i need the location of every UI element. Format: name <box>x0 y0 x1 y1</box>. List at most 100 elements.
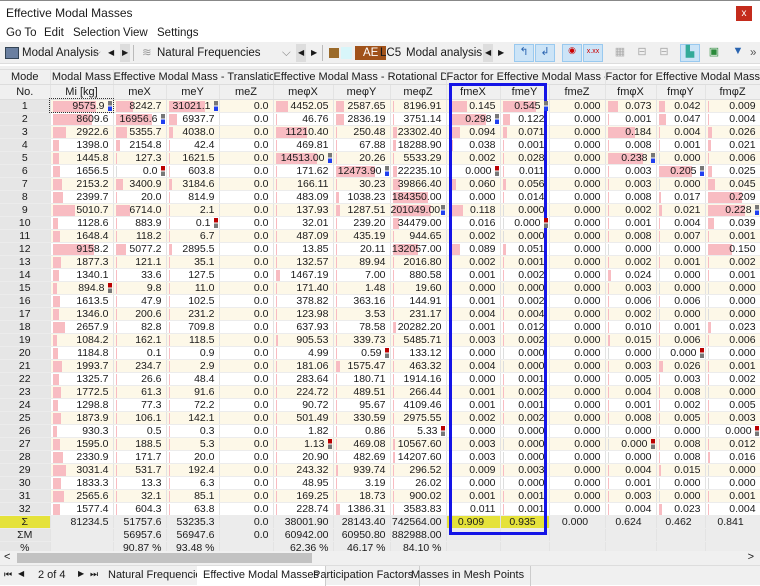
cell-fme-y[interactable]: 0.001 <box>500 502 549 515</box>
column-header-fm-phi-z[interactable]: fmφZ <box>705 84 760 99</box>
cell-me-z[interactable]: 0.0 <box>219 99 273 112</box>
cell-fm-phi-y[interactable]: 0.001 <box>656 255 705 268</box>
last-page-icon[interactable]: ⏭ <box>90 569 98 580</box>
cell-me-phi-z[interactable]: 296.52 <box>390 463 446 476</box>
cell-me-phi-z[interactable]: 18288.90 <box>390 138 446 151</box>
cell-me-z[interactable]: 0.0 <box>219 281 273 294</box>
cell-fm-phi-x[interactable]: 0.008 <box>605 411 656 424</box>
cell-me-x[interactable]: 32.1 <box>113 489 166 502</box>
cell-fm-phi-y[interactable]: 0.000 <box>656 242 705 255</box>
cell-fm-phi-z[interactable]: 0.001 <box>705 489 760 502</box>
cell-me-z[interactable]: 0.0 <box>219 268 273 281</box>
cell-me-y[interactable]: 63.8 <box>166 502 219 515</box>
cell-me-phi-y[interactable]: 2587.65 <box>333 99 390 112</box>
cell-fme-z[interactable]: 0.000 <box>549 359 605 372</box>
cell-me-y[interactable]: 4038.0 <box>166 125 219 138</box>
cell-fm-phi-z[interactable]: 0.150 <box>705 242 760 255</box>
column-header-fme-y[interactable]: fmeY <box>500 84 549 99</box>
column-header-me-y[interactable]: meY <box>166 84 219 99</box>
cell-me-phi-x[interactable]: 228.74 <box>273 502 333 515</box>
cell-me-x[interactable]: 16956.6 <box>113 112 166 125</box>
cell-fme-x[interactable]: 0.003 <box>446 333 500 346</box>
cell-fme-y[interactable]: 0.000 <box>500 346 549 359</box>
cell-me-phi-x[interactable]: 378.82 <box>273 294 333 307</box>
cell-me-z[interactable]: 0.0 <box>219 164 273 177</box>
cell-fm-phi-x[interactable]: 0.005 <box>605 372 656 385</box>
cell-fm-phi-y[interactable]: 0.001 <box>656 138 705 151</box>
cell-me-y[interactable]: 0.1 <box>166 216 219 229</box>
table-row[interactable]: 182657.982.8709.80.0637.9378.5820282.200… <box>0 320 760 333</box>
cell-fme-y[interactable]: 0.001 <box>500 138 549 151</box>
cell-fme-z[interactable]: 0.000 <box>549 164 605 177</box>
cell-me-z[interactable]: 0.0 <box>219 411 273 424</box>
mode-number[interactable]: 12 <box>0 242 50 255</box>
cell-me-x[interactable]: 121.1 <box>113 255 166 268</box>
cell-me-x[interactable]: 77.3 <box>113 398 166 411</box>
result-select[interactable]: Natural Frequencies <box>157 44 261 62</box>
cell-me-x[interactable]: 6714.0 <box>113 203 166 216</box>
cell-me-z[interactable]: 0.0 <box>219 242 273 255</box>
excel-export-icon[interactable]: ▣ <box>704 44 724 62</box>
mode-number[interactable]: 8 <box>0 190 50 203</box>
cell-me-phi-y[interactable]: 482.69 <box>333 450 390 463</box>
cell-fme-z[interactable]: 0.000 <box>549 138 605 151</box>
cell-fme-z[interactable]: 0.000 <box>549 177 605 190</box>
cell-modal-mass[interactable]: 1445.8 <box>50 151 113 164</box>
cell-modal-mass[interactable]: 1577.4 <box>50 502 113 515</box>
cell-fm-phi-x[interactable]: 0.003 <box>605 281 656 294</box>
cell-me-z[interactable]: 0.0 <box>219 333 273 346</box>
cell-fme-x[interactable]: 0.001 <box>446 268 500 281</box>
mode-number[interactable]: 20 <box>0 346 50 359</box>
cell-fme-x[interactable]: 0.009 <box>446 463 500 476</box>
cell-me-phi-y[interactable]: 3.19 <box>333 476 390 489</box>
cell-me-phi-x[interactable]: 224.72 <box>273 385 333 398</box>
cell-fme-x[interactable]: 0.000 <box>446 190 500 203</box>
cell-fm-phi-z[interactable]: 0.000 <box>705 346 760 359</box>
cell-me-phi-y[interactable]: 239.20 <box>333 216 390 229</box>
cell-fme-z[interactable]: 0.000 <box>549 190 605 203</box>
cell-fme-y[interactable]: 0.001 <box>500 372 549 385</box>
table-row[interactable]: 171346.0200.6231.20.0123.983.53231.170.0… <box>0 307 760 320</box>
scroll-left-icon[interactable]: < <box>4 551 10 563</box>
cell-me-phi-z[interactable]: 20282.20 <box>390 320 446 333</box>
filter-icon[interactable]: ▼ <box>728 44 748 62</box>
cell-me-phi-z[interactable]: 201049.00 <box>390 203 446 216</box>
cell-fm-phi-y[interactable]: 0.007 <box>656 229 705 242</box>
cell-fme-x[interactable]: 0.000 <box>446 281 500 294</box>
mode-number[interactable]: 5 <box>0 151 50 164</box>
cell-fm-phi-z[interactable]: 0.026 <box>705 125 760 138</box>
cell-fm-phi-z[interactable]: 0.023 <box>705 320 760 333</box>
cell-me-y[interactable]: 2.9 <box>166 359 219 372</box>
table-row[interactable]: 161613.547.9102.50.0378.82363.16144.910.… <box>0 294 760 307</box>
cell-fme-x[interactable]: 0.298 <box>446 112 500 125</box>
cell-modal-mass[interactable]: 1877.3 <box>50 255 113 268</box>
cell-modal-mass[interactable]: 1346.0 <box>50 307 113 320</box>
cell-me-y[interactable]: 6.3 <box>166 476 219 489</box>
cell-me-phi-y[interactable]: 339.73 <box>333 333 390 346</box>
cell-me-phi-x[interactable]: 905.53 <box>273 333 333 346</box>
cell-fme-z[interactable]: 0.000 <box>549 437 605 450</box>
cell-fm-phi-z[interactable]: 0.003 <box>705 411 760 424</box>
first-page-icon[interactable]: ⏮ <box>4 569 12 580</box>
cell-me-z[interactable]: 0.0 <box>219 203 273 216</box>
cell-me-z[interactable]: 0.0 <box>219 424 273 437</box>
cell-me-phi-z[interactable]: 23302.40 <box>390 125 446 138</box>
cell-fme-x[interactable]: 0.003 <box>446 450 500 463</box>
close-button[interactable]: x <box>736 6 752 21</box>
column-header-me-z[interactable]: meZ <box>219 84 273 99</box>
cell-me-phi-x[interactable]: 283.64 <box>273 372 333 385</box>
mode-number[interactable]: 28 <box>0 450 50 463</box>
table-row[interactable]: 231772.561.391.60.0224.72489.51266.440.0… <box>0 385 760 398</box>
cell-fme-x[interactable]: 0.089 <box>446 242 500 255</box>
cell-me-z[interactable]: 0.0 <box>219 255 273 268</box>
cell-fm-phi-z[interactable]: 0.000 <box>705 463 760 476</box>
cell-fme-y[interactable]: 0.000 <box>500 437 549 450</box>
cell-fme-z[interactable]: 0.000 <box>549 151 605 164</box>
table-row[interactable]: 321577.4604.363.80.0228.741386.313583.83… <box>0 502 760 515</box>
cell-me-phi-y[interactable]: 20.11 <box>333 242 390 255</box>
cell-me-phi-x[interactable]: 469.81 <box>273 138 333 151</box>
cell-fm-phi-z[interactable]: 0.000 <box>705 476 760 489</box>
cell-me-z[interactable]: 0.0 <box>219 372 273 385</box>
cell-me-phi-z[interactable]: 144.91 <box>390 294 446 307</box>
cell-me-x[interactable]: 9.8 <box>113 281 166 294</box>
